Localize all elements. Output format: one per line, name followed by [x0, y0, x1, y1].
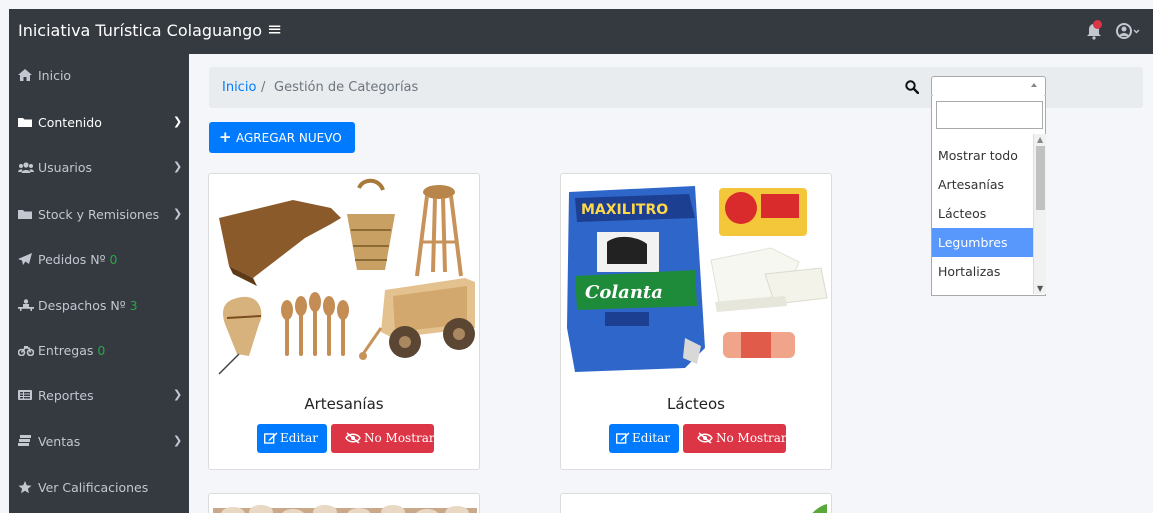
sidebar-item-contenido[interactable]: Contenido ❯ — [9, 101, 189, 145]
category-card: Artesanías Editar No Mostrar — [208, 173, 480, 470]
notification-badge — [1093, 20, 1102, 29]
edit-label: Editar — [280, 431, 318, 445]
motorcycle-icon — [17, 344, 35, 357]
sidebar-item-usuarios[interactable]: Usuarios ❯ — [9, 146, 189, 190]
breadcrumb-separator: / — [261, 80, 266, 95]
hamburger-icon[interactable]: ≡ — [267, 19, 282, 40]
category-filter-select[interactable] — [931, 76, 1046, 97]
sidebar-item-stock-remisiones[interactable]: Stock y Remisiones ❯ — [9, 193, 189, 237]
category-title: Lácteos — [667, 395, 725, 413]
scrollbar-thumb[interactable] — [1036, 146, 1045, 210]
plus-icon: + — [219, 128, 232, 146]
category-image — [213, 178, 477, 378]
caret-up-icon — [1031, 83, 1037, 87]
breadcrumb-current: Gestión de Categorías — [274, 80, 419, 95]
edit-label: Editar — [632, 431, 670, 445]
dispatch-icon — [18, 299, 34, 311]
chevron-right-icon: ❯ — [173, 207, 183, 220]
category-card-partial — [560, 493, 832, 513]
sidebar-item-calificaciones[interactable]: Ver Calificaciones — [9, 466, 189, 510]
edit-button[interactable]: Editar — [257, 424, 327, 453]
category-title: Artesanías — [304, 395, 384, 413]
chevron-right-icon: ❯ — [173, 115, 183, 128]
dropdown-option[interactable]: Artesanías — [932, 170, 1033, 199]
sidebar-item-label: Reportes — [38, 388, 94, 403]
svg-text:Colanta: Colanta — [585, 282, 663, 303]
category-card: MAXILITRO Colanta Lácteos Editar No Most… — [560, 173, 832, 470]
add-new-button[interactable]: + AGREGAR NUEVO — [209, 122, 355, 153]
chevron-right-icon: ❯ — [173, 160, 183, 173]
home-icon — [18, 69, 32, 81]
breadcrumb-home-link[interactable]: Inicio — [222, 80, 256, 95]
sidebar-item-label: Usuarios — [38, 160, 93, 175]
sidebar-item-entregas[interactable]: Entregas 0 — [9, 329, 189, 373]
eye-slash-icon — [697, 432, 713, 444]
eye-slash-icon — [345, 432, 361, 444]
edit-icon — [615, 432, 630, 444]
category-card-partial — [208, 493, 480, 513]
users-icon — [18, 161, 34, 173]
dropdown-option[interactable]: Hortalizas — [932, 257, 1033, 286]
table-icon — [18, 389, 32, 401]
chevron-right-icon: ❯ — [173, 434, 183, 447]
hide-label: No Mostrar — [364, 431, 435, 445]
sidebar-item-label: Entregas — [38, 343, 94, 358]
dropdown-option[interactable]: Mostrar todo — [932, 141, 1033, 170]
category-image — [213, 498, 477, 513]
sidebar-item-label: Despachos Nº — [38, 298, 126, 313]
send-icon — [18, 253, 32, 265]
user-circle-icon[interactable] — [1115, 22, 1141, 40]
sidebar-item-ventas[interactable]: Ventas ❯ — [9, 420, 189, 464]
folder-icon — [18, 116, 32, 128]
sidebar-item-label: Ver Calificaciones — [38, 480, 149, 495]
pedidos-count: 0 — [109, 252, 118, 267]
star-icon — [18, 481, 32, 494]
entregas-count: 0 — [97, 343, 106, 358]
dropdown-search-input[interactable] — [936, 101, 1043, 129]
sidebar-item-label: Inicio — [38, 68, 72, 83]
page: Iniciativa Turística Colaguango ≡ Inicio… — [0, 0, 1153, 513]
sidebar-item-label: Contenido — [38, 115, 102, 130]
sidebar-item-pedidos[interactable]: Pedidos Nº 0 — [9, 238, 189, 282]
sidebar-item-reportes[interactable]: Reportes ❯ — [9, 374, 189, 418]
edit-button[interactable]: Editar — [609, 424, 679, 453]
edit-icon — [263, 432, 278, 444]
sidebar-item-despachos[interactable]: Despachos Nº 3 — [9, 284, 189, 328]
dropdown-scrollbar[interactable]: ▲ ▼ — [1033, 134, 1046, 294]
top-navbar: Iniciativa Turística Colaguango ≡ — [9, 9, 1153, 54]
sidebar-item-label: Ventas — [38, 434, 81, 449]
sidebar-item-inicio[interactable]: Inicio — [9, 54, 189, 98]
scroll-down-icon[interactable]: ▼ — [1037, 284, 1043, 293]
hide-label: No Mostrar — [716, 431, 787, 445]
chevron-right-icon: ❯ — [173, 388, 183, 401]
sidebar-item-label: Pedidos Nº — [38, 252, 106, 267]
category-filter-dropdown: Mostrar todo Artesanías Lácteos Legumbre… — [931, 96, 1046, 296]
bell-icon[interactable] — [1085, 20, 1103, 40]
scroll-up-icon[interactable]: ▲ — [1037, 135, 1043, 144]
hide-button[interactable]: No Mostrar — [683, 424, 787, 453]
despachos-count: 3 — [129, 298, 138, 313]
dropdown-options-list: Mostrar todo Artesanías Lácteos Legumbre… — [932, 134, 1033, 294]
category-image: MAXILITRO Colanta — [565, 178, 829, 378]
dropdown-option[interactable]: Lácteos — [932, 199, 1033, 228]
cash-icon — [18, 435, 32, 447]
sidebar: Inicio Contenido ❯ Usuarios ❯ Stock y Re… — [9, 54, 189, 513]
svg-text:MAXILITRO: MAXILITRO — [581, 202, 668, 218]
sidebar-item-label: Stock y Remisiones — [38, 207, 160, 222]
add-new-label: AGREGAR NUEVO — [236, 131, 342, 145]
hide-button[interactable]: No Mostrar — [331, 424, 435, 453]
app-title[interactable]: Iniciativa Turística Colaguango — [18, 21, 262, 40]
category-image — [565, 498, 829, 513]
folder-icon — [18, 208, 32, 220]
search-icon — [905, 79, 920, 95]
dropdown-option-highlighted[interactable]: Legumbres — [932, 228, 1033, 257]
